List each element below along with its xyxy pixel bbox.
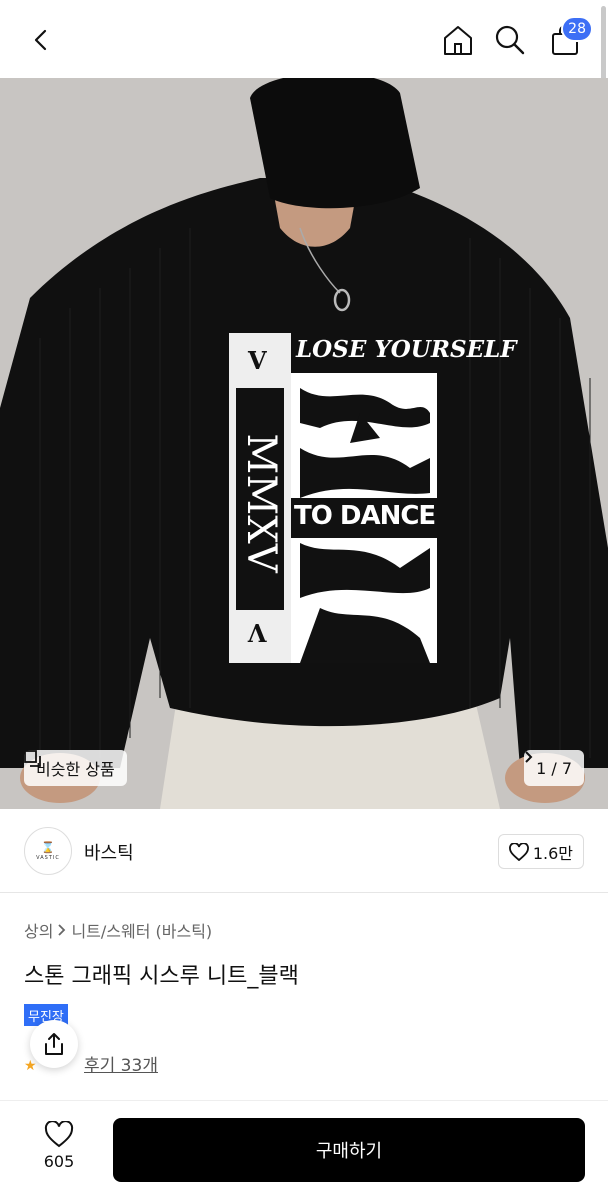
product-photo [0, 78, 608, 809]
search-button[interactable] [490, 20, 530, 60]
print-letter-top: V [248, 346, 267, 375]
brand-logo-text: VASTIC [36, 854, 60, 861]
share-button[interactable] [30, 1020, 78, 1068]
product-title: 스톤 그래픽 시스루 니트_블랙 [24, 964, 299, 989]
similar-products-label: 비슷한 상품 [36, 760, 115, 779]
brand-like-count: 1.6만 [532, 843, 573, 863]
brand-like-button[interactable]: 1.6만 [497, 834, 584, 869]
search-icon [495, 25, 525, 55]
heart-icon [44, 1121, 74, 1148]
image-counter-button[interactable]: 1 / 7 [524, 750, 584, 786]
star-icon: ★ [24, 1058, 37, 1074]
image-counter: 1 / 7 [536, 758, 572, 778]
chevron-left-icon [34, 29, 47, 51]
breadcrumb: 상의 니트/스웨터 (바스틱) [24, 918, 212, 942]
back-button[interactable] [22, 20, 62, 60]
breadcrumb-item-subcategory[interactable]: 니트/스웨터 (바스틱) [71, 918, 212, 942]
product-image-carousel[interactable]: LOSE YOURSELF TO DANCE V V MMXV 비슷한 상품 1… [0, 78, 608, 809]
print-text-mid: TO DANCE [294, 501, 436, 531]
print-letter-bottom: V [248, 618, 267, 647]
breadcrumb-item-category[interactable]: 상의 [24, 918, 53, 942]
share-icon [45, 1033, 63, 1055]
review-count-link[interactable]: 후기 33개 [84, 1051, 158, 1076]
wishlist-count: 605 [43, 1152, 75, 1171]
top-nav-bar: 28 [0, 0, 608, 78]
cart-button[interactable]: 28 [545, 16, 593, 60]
cart-count-badge: 28 [561, 16, 593, 42]
brand-logo-mark: ⌛ [41, 840, 55, 854]
chevron-right-icon [525, 751, 533, 763]
wishlist-button[interactable]: 605 [30, 1121, 88, 1171]
similar-products-button[interactable]: 비슷한 상품 [24, 750, 127, 786]
home-button[interactable] [438, 20, 478, 60]
buy-button[interactable]: 구매하기 [113, 1118, 585, 1182]
print-text-top: LOSE YOURSELF [296, 336, 517, 363]
chevron-right-icon [58, 924, 66, 936]
home-icon [444, 26, 472, 55]
bottom-action-bar: 605 구매하기 [0, 1100, 608, 1200]
brand-row: ⌛ VASTIC 바스틱 1.6만 [0, 809, 608, 893]
print-text-side: MMXV [238, 433, 284, 573]
brand-logo[interactable]: ⌛ VASTIC [24, 827, 72, 875]
copy-squares-icon [24, 750, 41, 767]
brand-name[interactable]: 바스틱 [84, 839, 134, 865]
heart-icon [508, 842, 529, 861]
